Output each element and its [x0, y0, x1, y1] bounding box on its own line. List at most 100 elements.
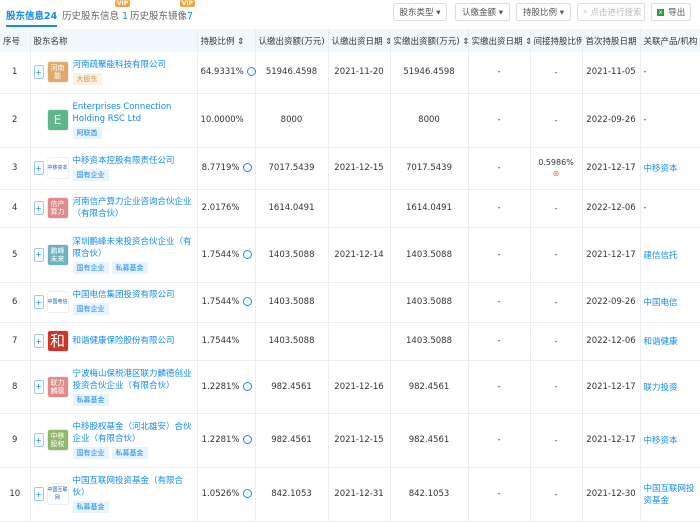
- first-hold-date: 2021-12-17: [582, 360, 641, 414]
- company-name-link[interactable]: 河南信产算力企业咨询合伙企业（有限合伙）: [73, 196, 194, 220]
- column-header[interactable]: 持股比例 ⇕: [197, 29, 256, 52]
- tab-history-shareholders[interactable]: 历史股东信息 1 VIP: [62, 0, 131, 22]
- search-icon: ⌕: [583, 7, 591, 17]
- tab-bar: 股东信息24 历史股东信息 1 VIP 历史股东镜像7 VIP 股东类型 ▾ 认缴金…: [0, 0, 700, 29]
- paid-amount: 51946.4598: [390, 52, 469, 94]
- paid-amount: 8000: [390, 93, 469, 148]
- subscribed-amount: 1614.0491: [255, 189, 329, 228]
- table-row: 5 + 鹏峰 未来 深圳鹏峰未来投资合伙企业（有限合伙） 国有企业 私募基金 1.75…: [0, 227, 700, 283]
- paid-date: -: [468, 413, 531, 468]
- related-org[interactable]: 中移资本: [640, 413, 700, 468]
- column-header: 关联产品/机构: [640, 29, 700, 52]
- shareholder-table: 序号 股东名称 持股比例 ⇕ 认缴出资额(万元) ⇕ 认缴出资日期 ⇕ 实缴出资额(万元)…: [0, 29, 700, 522]
- company-logo: 中移资本: [46, 157, 69, 179]
- export-button[interactable]: x 导出: [651, 3, 691, 21]
- tab-shareholders[interactable]: 股东信息24: [6, 8, 58, 27]
- subscribed-date: 2021-12-31: [328, 467, 391, 522]
- tag: 国有企业: [72, 169, 109, 181]
- related-org[interactable]: 和谐健康: [640, 322, 700, 361]
- expand-button[interactable]: +: [33, 247, 44, 262]
- equity-path-icon[interactable]: ⊛: [551, 169, 561, 179]
- history-icon[interactable]: [242, 163, 252, 172]
- subscribed-amount: 982.4561: [255, 413, 329, 468]
- history-icon[interactable]: [242, 297, 252, 306]
- shareholder-type-filter[interactable]: 股东类型 ▾: [393, 3, 447, 21]
- tag: 大股东: [72, 73, 102, 86]
- column-header[interactable]: 实缴出资日期 ⇕: [468, 29, 531, 52]
- first-hold-date: 2022-12-06: [582, 189, 641, 228]
- expand-button[interactable]: +: [33, 334, 44, 348]
- related-link[interactable]: 中国电信: [644, 298, 678, 308]
- history-icon[interactable]: [242, 435, 252, 444]
- related-org[interactable]: 建信信托: [640, 227, 700, 283]
- history-icon[interactable]: [242, 249, 252, 259]
- paid-amount: 842.1053: [390, 467, 469, 522]
- indirect-ratio: -: [530, 413, 583, 468]
- related-org[interactable]: 中国互联网投资基金: [640, 467, 700, 522]
- table-row: 10 + 中国互联网 中国互联网投资基金（有限合伙） 私募基金 1.0526% 8…: [0, 467, 700, 522]
- column-header[interactable]: 实缴出资额(万元) ⇕: [390, 29, 469, 52]
- related-link[interactable]: 中移资本: [644, 164, 678, 174]
- tab-label: 股东信息: [6, 11, 45, 22]
- first-hold-date: 2021-12-17: [582, 413, 641, 468]
- search-input[interactable]: ⌕ 点击进行搜索: [577, 3, 645, 21]
- indirect-ratio: -: [530, 322, 583, 361]
- expand-button[interactable]: +: [33, 379, 44, 394]
- column-header[interactable]: 首次持股日期 ⇕: [582, 29, 641, 52]
- history-icon[interactable]: [242, 381, 252, 391]
- history-icon[interactable]: [246, 67, 256, 77]
- related-link[interactable]: 建信信托: [644, 251, 678, 261]
- expand-button[interactable]: +: [33, 295, 44, 309]
- company-name-link[interactable]: 中国电信集团投资有限公司: [73, 289, 175, 301]
- subscribed-amount: 1403.5088: [255, 322, 329, 361]
- subscribed-amount-filter[interactable]: 认缴金额 ▾: [455, 3, 510, 21]
- column-header: 股东名称: [30, 29, 198, 52]
- column-header[interactable]: 认缴出资日期 ⇕: [328, 29, 391, 52]
- company-name-link[interactable]: Enterprises Connection Holding RSC Ltd: [73, 101, 194, 125]
- expand-button[interactable]: +: [33, 161, 44, 175]
- company-logo: 中移 股权: [46, 429, 69, 451]
- company-name-link[interactable]: 中国互联网投资基金（有限合伙）: [73, 475, 194, 499]
- tag: 国有企业: [72, 261, 109, 274]
- table-header: 序号 股东名称 持股比例 ⇕ 认缴出资额(万元) ⇕ 认缴出资日期 ⇕ 实缴出资额(万元)…: [0, 29, 700, 52]
- paid-date: -: [468, 147, 531, 190]
- share-ratio: 1.7544%: [197, 322, 256, 361]
- related-link[interactable]: 联力投资: [644, 383, 678, 393]
- paid-date: -: [468, 282, 531, 323]
- company-name-link[interactable]: 河南疏聚能科技有限公司: [73, 59, 167, 71]
- related-link[interactable]: 中移资本: [644, 436, 678, 446]
- row-number: 6: [0, 282, 31, 323]
- share-ratio-filter[interactable]: 持股比例 ▾: [516, 3, 571, 21]
- column-header[interactable]: 认缴出资额(万元) ⇕: [255, 29, 329, 52]
- company-name-link[interactable]: 深圳鹏峰未来投资合伙企业（有限合伙）: [73, 236, 194, 260]
- column-header: 间接持股比例: [530, 29, 583, 52]
- company-logo: 中国互联网: [46, 483, 69, 505]
- related-link[interactable]: 和谐健康: [644, 337, 678, 347]
- ratio-value: 2.0176%: [201, 203, 240, 213]
- share-ratio: 1.0526%: [197, 467, 256, 522]
- tag: 私募基金: [72, 501, 109, 513]
- expand-button[interactable]: +: [33, 201, 44, 215]
- expand-button[interactable]: +: [33, 433, 44, 447]
- indirect-ratio: -: [530, 189, 583, 228]
- table-row: 2 E Enterprises Connection Holding RSC L…: [0, 93, 700, 148]
- related-org[interactable]: 联力投资: [640, 360, 700, 414]
- company-name-link[interactable]: 中移资本控股有限责任公司: [73, 155, 175, 167]
- paid-date: -: [468, 93, 531, 148]
- related-org[interactable]: 中国电信: [640, 282, 700, 323]
- indirect-value: -: [554, 382, 558, 391]
- tab-history-mirror[interactable]: 历史股东镜像7 VIP: [130, 0, 196, 22]
- company-name-link[interactable]: 和谐健康保险股份有限公司: [73, 335, 175, 347]
- company-name-link[interactable]: 宁波梅山保税港区联力麟德创业投资合伙企业（有限合伙）: [73, 368, 194, 392]
- related-org[interactable]: 中移资本: [640, 147, 700, 190]
- related-org: -: [640, 52, 700, 94]
- ratio-value: 10.0000%: [200, 115, 244, 125]
- expand-button[interactable]: +: [33, 65, 44, 80]
- tab-count: 24: [44, 11, 58, 22]
- company-name-link[interactable]: 中移股权基金（河北雄安）合伙企业（有限合伙）: [73, 421, 194, 445]
- row-number: 3: [0, 147, 31, 190]
- history-icon[interactable]: [242, 489, 252, 498]
- expand-button[interactable]: +: [33, 487, 44, 501]
- related-link[interactable]: 中国互联网投资基金: [644, 484, 695, 506]
- indirect-value: 0.5986%: [538, 157, 574, 167]
